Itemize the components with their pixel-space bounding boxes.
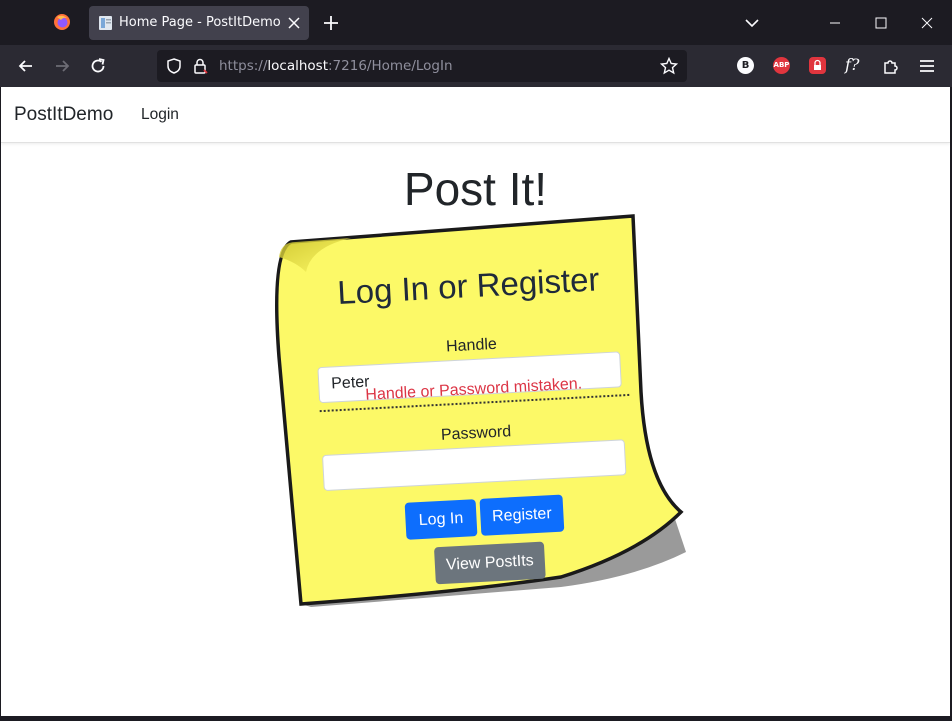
site-navbar: PostItDemo Login bbox=[1, 87, 950, 143]
browser-tab-bar: Home Page - PostItDemo bbox=[0, 0, 952, 45]
list-all-tabs-icon[interactable] bbox=[744, 15, 760, 31]
close-tab-icon[interactable] bbox=[285, 14, 303, 32]
log-in-button[interactable]: Log In bbox=[404, 499, 478, 540]
page-favicon-icon bbox=[99, 16, 112, 30]
tab-title: Home Page - PostItDemo bbox=[119, 15, 281, 30]
page-title: Post It! bbox=[403, 163, 548, 215]
url-scheme: https:// bbox=[219, 58, 268, 74]
page-content: PostItDemo Login Post It! Log In or Regi… bbox=[1, 87, 950, 716]
new-tab-icon[interactable] bbox=[322, 14, 340, 32]
hamburger-menu-icon[interactable] bbox=[917, 56, 937, 76]
minimize-window-icon[interactable] bbox=[826, 15, 844, 31]
reload-icon[interactable] bbox=[88, 56, 108, 76]
extensions-puzzle-icon[interactable] bbox=[881, 56, 901, 76]
login-form: Log In or Register Handle Handle or Pass… bbox=[313, 259, 640, 605]
url-path: :7216/Home/LogIn bbox=[328, 58, 453, 74]
maximize-window-icon[interactable] bbox=[872, 15, 890, 31]
tracking-protection-shield-icon[interactable] bbox=[165, 57, 183, 75]
register-button[interactable]: Register bbox=[479, 494, 565, 536]
nav-login-link[interactable]: Login bbox=[141, 106, 179, 124]
firefox-logo-icon[interactable] bbox=[53, 13, 71, 31]
url-host: localhost bbox=[267, 58, 328, 74]
address-bar[interactable]: https://localhost:7216/Home/LogIn bbox=[157, 50, 687, 82]
browser-toolbar: https://localhost:7216/Home/LogIn B ABP … bbox=[0, 45, 952, 87]
forward-arrow-icon[interactable] bbox=[52, 56, 72, 76]
browser-tab[interactable]: Home Page - PostItDemo bbox=[89, 6, 309, 40]
view-postits-button[interactable]: View PostIts bbox=[433, 541, 546, 585]
site-brand-link[interactable]: PostItDemo bbox=[14, 104, 113, 126]
back-arrow-icon[interactable] bbox=[16, 56, 36, 76]
adblock-plus-icon[interactable]: ABP bbox=[773, 57, 790, 74]
extension-b-icon[interactable]: B bbox=[737, 57, 754, 74]
lock-icon[interactable] bbox=[191, 57, 209, 75]
bookmark-star-icon[interactable] bbox=[660, 57, 678, 75]
close-window-icon[interactable] bbox=[918, 14, 936, 32]
extension-lock-icon[interactable] bbox=[809, 57, 826, 74]
url-text[interactable]: https://localhost:7216/Home/LogIn bbox=[219, 58, 453, 74]
extension-font-icon[interactable]: f? bbox=[845, 55, 860, 74]
